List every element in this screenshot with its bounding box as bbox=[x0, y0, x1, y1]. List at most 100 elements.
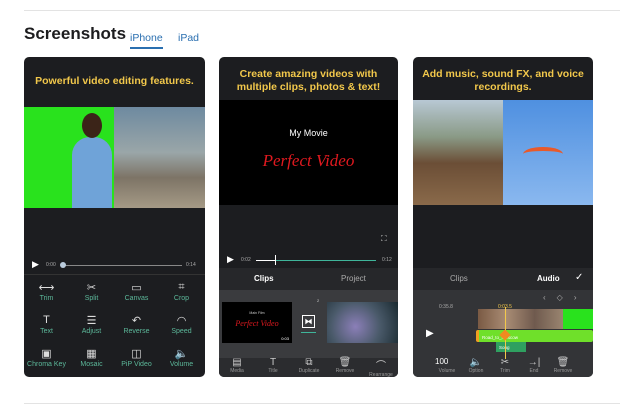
toolbar-label: Trim bbox=[500, 368, 510, 374]
tool-trim[interactable]: ⟷ Trim bbox=[24, 281, 69, 302]
toolbar-label: Media bbox=[230, 368, 244, 374]
screenshot-2[interactable]: Create amazing videos with multiple clip… bbox=[219, 57, 398, 377]
time-left: 0:35.8 bbox=[439, 304, 453, 310]
tool-mosaic[interactable]: ▦ Mosaic bbox=[69, 347, 114, 368]
tool-icon: ◠ bbox=[176, 315, 187, 327]
tab-ipad[interactable]: iPad bbox=[178, 32, 199, 44]
toolbar-icon: 🗑 bbox=[338, 357, 352, 368]
caption: Create amazing videos with multiple clip… bbox=[236, 68, 381, 93]
toolbar-label: Title bbox=[268, 368, 278, 374]
toolbar-icon: T bbox=[269, 357, 277, 368]
tool-icon: 🔈 bbox=[174, 348, 189, 360]
toolbar-label: Option bbox=[468, 368, 484, 374]
tool-label: PiP Video bbox=[121, 361, 152, 368]
tool-icon: ⟷ bbox=[38, 282, 55, 294]
tool-icon: ▣ bbox=[41, 348, 52, 360]
person-figure bbox=[72, 137, 112, 208]
tool-icon: T bbox=[43, 314, 50, 326]
audio-clip[interactable]: Song bbox=[496, 342, 526, 352]
toolbar-icon: 🗑 bbox=[556, 357, 570, 368]
toolbar-end-button[interactable]: →| End bbox=[518, 357, 550, 374]
movie-name: Perfect Video bbox=[262, 151, 355, 170]
transition-icon[interactable]: ⧓ bbox=[302, 315, 315, 328]
person-head bbox=[82, 113, 102, 138]
section-title: Screenshots bbox=[24, 24, 127, 43]
toolbar-volume-button[interactable]: Volume bbox=[431, 357, 463, 374]
tool-icon: ⌗ bbox=[178, 281, 185, 293]
scrubber[interactable] bbox=[62, 265, 182, 266]
divider bbox=[24, 274, 205, 275]
tool-crop[interactable]: ⌗ Crop bbox=[159, 281, 204, 302]
clip-thumbnail-reef[interactable] bbox=[327, 302, 398, 343]
play-icon[interactable]: ▶ bbox=[227, 254, 234, 265]
toolbar-label: Remove bbox=[553, 368, 573, 374]
tool-icon: ◫ bbox=[131, 348, 142, 360]
tool-reverse[interactable]: ↶ Reverse bbox=[114, 314, 159, 335]
time-end: 0:14 bbox=[186, 262, 196, 268]
tab-audio[interactable]: Audio bbox=[537, 274, 560, 283]
tab-clips[interactable]: Clips bbox=[450, 274, 468, 283]
toolbar-media-button[interactable]: ▤ Media bbox=[221, 357, 253, 374]
tool-label: Volume bbox=[169, 361, 194, 368]
toolbar-duplicate-button[interactable]: ⧉ Duplicate bbox=[293, 357, 325, 374]
screenshot-3[interactable]: Add music, sound FX, and voice recording… bbox=[413, 57, 593, 377]
progress-played bbox=[256, 260, 276, 261]
tool-label: Crop bbox=[173, 295, 190, 302]
clip-index: 2 bbox=[317, 298, 320, 303]
audio-track[interactable]: Road_to_Moscow bbox=[476, 330, 593, 342]
toolbar-icon: ⌒ bbox=[376, 361, 386, 372]
tab-clips[interactable]: Clips bbox=[254, 274, 274, 283]
checkmark-icon[interactable]: ✓ bbox=[575, 272, 583, 283]
time-start: 0:02 bbox=[241, 257, 251, 263]
tool-canvas[interactable]: ▭ Canvas bbox=[114, 281, 159, 302]
scrubber-handle[interactable] bbox=[60, 262, 66, 268]
keyframe-nav-icons[interactable]: ‹◇› bbox=[543, 293, 587, 302]
tool-pip-video[interactable]: ◫ PiP Video bbox=[114, 347, 159, 368]
play-icon[interactable]: ▶ bbox=[426, 328, 434, 339]
tool-label: Reverse bbox=[123, 328, 150, 335]
toolbar-icon: →| bbox=[527, 357, 541, 368]
clip-thumbnail-title[interactable]: Main Film Perfect Video 0:03 bbox=[222, 302, 292, 343]
tab-project[interactable]: Project bbox=[341, 274, 366, 283]
bottom-divider bbox=[24, 403, 620, 404]
screenshot-1[interactable]: Powerful video editing features. ▶ 0:00 … bbox=[24, 57, 205, 377]
toolbar-icon: 🔈 bbox=[469, 357, 483, 368]
toolbar-label: Rearrange bbox=[369, 372, 393, 377]
tool-speed[interactable]: ◠ Speed bbox=[159, 314, 204, 335]
toolbar-label: End bbox=[529, 368, 539, 374]
tool-text[interactable]: T Text bbox=[24, 314, 69, 335]
toolbar-icon: ▤ bbox=[232, 357, 242, 368]
paraglider bbox=[523, 147, 563, 161]
toolbar-option-button[interactable]: 🔈 Option bbox=[460, 357, 492, 374]
toolbar-label: Volume bbox=[438, 368, 456, 374]
tool-split[interactable]: ✂ Split bbox=[69, 281, 114, 302]
toolbar-rearrange-button[interactable]: ⌒ Rearrange bbox=[365, 357, 397, 377]
tool-icon: ▦ bbox=[86, 348, 97, 360]
toolbar-icon: ✂ bbox=[500, 357, 510, 368]
tool-icon: ↶ bbox=[131, 315, 142, 327]
toolbar-remove-button[interactable]: 🗑 Remove bbox=[547, 357, 579, 374]
time-end: 0:12 bbox=[382, 257, 392, 263]
tool-volume[interactable]: 🔈 Volume bbox=[159, 347, 204, 368]
tab-iphone[interactable]: iPhone bbox=[130, 32, 163, 49]
toolbar-trim-button[interactable]: ✂ Trim bbox=[489, 357, 521, 374]
tool-label: Mosaic bbox=[80, 361, 103, 368]
toolbar-title-button[interactable]: T Title bbox=[257, 357, 289, 374]
toolbar-remove-button[interactable]: 🗑 Remove bbox=[329, 357, 361, 374]
tool-label: Trim bbox=[39, 295, 54, 302]
clip-small-title: Main Film bbox=[249, 311, 265, 315]
movie-title: My Movie bbox=[289, 128, 328, 138]
video-track[interactable] bbox=[478, 309, 563, 329]
play-icon[interactable]: ▶ bbox=[32, 259, 39, 270]
time-start: 0:00 bbox=[46, 262, 56, 268]
playhead[interactable] bbox=[275, 255, 276, 265]
tool-icon: ✂ bbox=[86, 282, 97, 294]
beach-photo bbox=[114, 107, 205, 208]
fullscreen-icon[interactable]: ⛶ bbox=[381, 234, 387, 244]
tool-adjust[interactable]: ☰ Adjust bbox=[69, 314, 114, 335]
desert-photo bbox=[413, 100, 503, 205]
tab-bar bbox=[219, 268, 398, 290]
tool-chroma-key[interactable]: ▣ Chroma Key bbox=[24, 347, 69, 368]
progress-remaining bbox=[276, 260, 376, 261]
video-track-green[interactable] bbox=[563, 309, 593, 329]
